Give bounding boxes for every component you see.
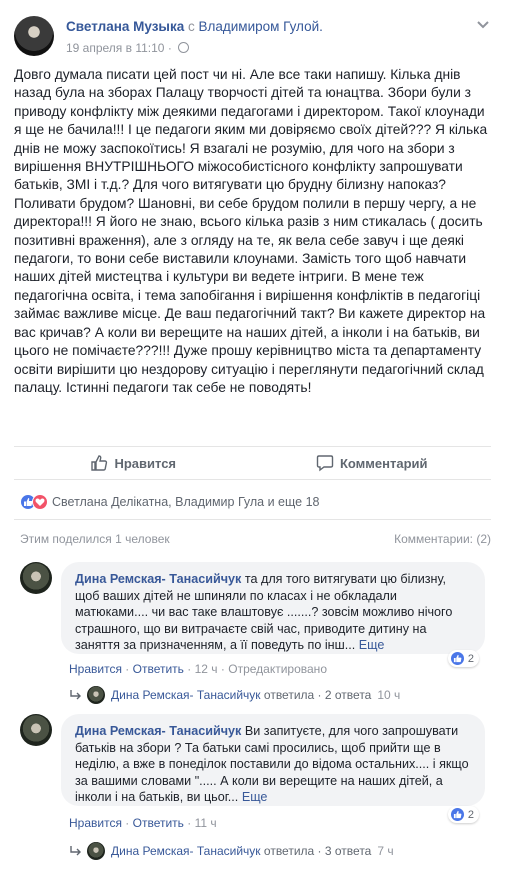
comment-reaction-count: 2 [467, 652, 474, 665]
dot: · [317, 844, 322, 858]
with-word: с [187, 19, 195, 34]
comment-reactions[interactable]: 2 [447, 806, 479, 823]
comment-like-link[interactable]: Нравится [69, 662, 122, 676]
shares-count[interactable]: Этим поделился 1 человек [20, 532, 170, 546]
speech-bubble-icon [316, 455, 334, 472]
see-more-link[interactable]: Еще [242, 790, 268, 804]
post-meta: 19 апреля в 11:10 · [66, 41, 190, 55]
comment-actions: Нравится · Ответить · 12 ч · Отредактиро… [69, 662, 327, 676]
coauthor-name[interactable]: Владимиром Гулой. [199, 19, 323, 34]
reply-arrow-icon [70, 846, 81, 856]
comment-button[interactable]: Комментарий [253, 447, 492, 479]
reply-arrow-icon [70, 690, 81, 700]
comment-edited[interactable]: Отредактировано [228, 662, 327, 676]
reply-avatar [87, 842, 105, 860]
author-name[interactable]: Светлана Музыка [66, 19, 184, 34]
see-more-link[interactable]: Еще [359, 638, 385, 652]
comment-author[interactable]: Дина Ремская- Танасийчук [75, 572, 241, 586]
reply-avatar [87, 686, 105, 704]
dot: · [125, 816, 130, 830]
thumbs-up-icon [91, 455, 108, 471]
reply-verb: ответила [263, 688, 315, 702]
globe-icon[interactable] [178, 42, 190, 53]
post-text: Довго думала писати цей пост чи ні. Але … [14, 67, 488, 395]
reply-verb: ответила [263, 844, 315, 858]
comment-bubble: Дина Ремская- Танасийчук та для того вит… [61, 562, 485, 654]
like-reaction-icon [449, 651, 465, 666]
comment-reactions[interactable]: 2 [447, 650, 479, 667]
dot: · [187, 662, 192, 676]
reactors-names[interactable]: Светлана Делікатна, Владимир Гула и еще … [52, 495, 319, 509]
reply-time: 7 ч [377, 844, 394, 858]
facebook-post: Светлана Музыка с Владимиром Гулой. 19 а… [0, 0, 505, 872]
replies-summary[interactable]: Дина Ремская- Танасийчук ответила · 2 от… [69, 686, 400, 704]
comment-bubble: Дина Ремская- Танасийчук Ви запитуєте, д… [61, 714, 485, 806]
post-header: Светлана Музыка с Владимиром Гулой. 19 а… [14, 14, 491, 60]
comment-reply-link[interactable]: Ответить [133, 816, 184, 830]
reactions-summary[interactable]: Светлана Делікатна, Владимир Гула и еще … [20, 492, 491, 512]
reply-author: Дина Ремская- Танасийчук [111, 688, 261, 702]
divider [14, 519, 491, 520]
comment-like-link[interactable]: Нравится [69, 816, 122, 830]
reply-count: 3 ответа [324, 844, 372, 858]
comment-time[interactable]: 11 ч [195, 816, 217, 830]
author-avatar[interactable] [14, 16, 54, 56]
replies-summary[interactable]: Дина Ремская- Танасийчук ответила · 3 от… [69, 842, 394, 860]
love-reaction-icon [32, 494, 48, 510]
post-actions: Нравится Комментарий [14, 446, 491, 480]
comment-reaction-count: 2 [467, 808, 474, 821]
dot: · [187, 816, 192, 830]
comment-reply-link[interactable]: Ответить [133, 662, 184, 676]
dot: · [317, 688, 322, 702]
dot: · [220, 662, 225, 676]
meta-separator: · [167, 41, 172, 55]
author-line: Светлана Музыка с Владимиром Гулой. [66, 19, 323, 34]
reply-author: Дина Ремская- Танасийчук [111, 844, 261, 858]
like-button[interactable]: Нравится [14, 447, 253, 479]
commenter-avatar[interactable] [20, 714, 52, 746]
dot: · [125, 662, 130, 676]
post-timestamp[interactable]: 19 апреля в 11:10 [66, 41, 164, 55]
like-reaction-icon [449, 807, 465, 822]
comments-count[interactable]: Комментарии: (2) [394, 532, 491, 546]
comment-time[interactable]: 12 ч [195, 662, 218, 676]
comment-author[interactable]: Дина Ремская- Танасийчук [75, 724, 241, 738]
comment-label: Комментарий [339, 455, 428, 471]
reply-time: 10 ч [377, 688, 401, 702]
comment-actions: Нравится · Ответить · 11 ч [69, 816, 217, 830]
chevron-down-icon[interactable] [475, 16, 491, 32]
commenter-avatar[interactable] [20, 562, 52, 594]
like-label: Нравится [114, 455, 177, 471]
reply-count: 2 ответа [324, 688, 372, 702]
